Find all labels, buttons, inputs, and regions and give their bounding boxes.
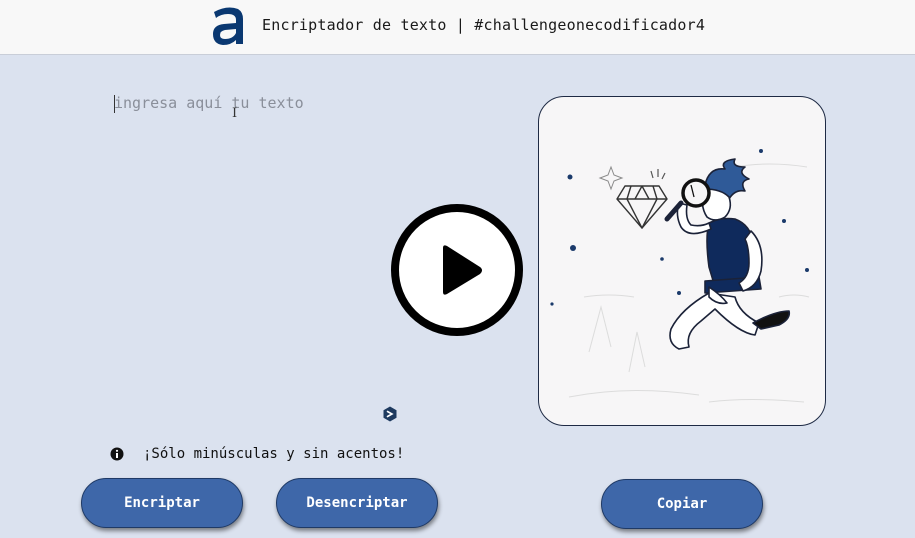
person-with-magnifying-glass-illustration [550, 149, 810, 403]
text-caret [114, 95, 115, 113]
info-icon [110, 447, 124, 461]
result-panel [538, 96, 826, 426]
app-title: Encriptador de texto | #challengeonecodi… [262, 16, 706, 34]
encrypt-button[interactable]: Encriptar [81, 478, 243, 528]
alura-logo-icon[interactable] [211, 5, 245, 45]
hint-text: ¡Sólo minúsculas y sin acentos! [143, 446, 405, 462]
app-header: Encriptador de texto | #challengeonecodi… [0, 0, 915, 55]
copy-button[interactable]: Copiar [601, 479, 763, 529]
text-cursor-icon: I [232, 106, 238, 121]
extension-badge-icon[interactable] [382, 406, 398, 422]
play-icon[interactable] [390, 203, 524, 337]
input-hint: ¡Sólo minúsculas y sin acentos! [110, 444, 404, 464]
decrypt-button[interactable]: Desencriptar [276, 478, 438, 528]
